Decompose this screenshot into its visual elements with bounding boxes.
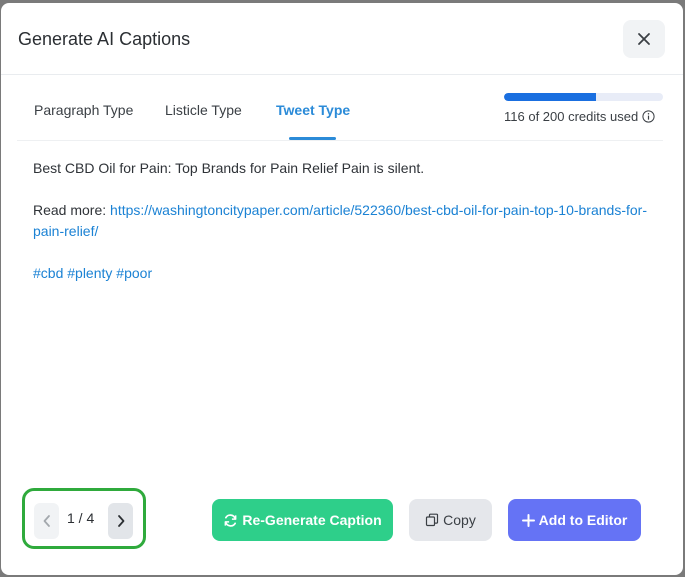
pager-count: 1 / 4: [67, 510, 95, 526]
previous-caption-button[interactable]: [34, 503, 59, 539]
hashtag[interactable]: #poor: [116, 265, 152, 281]
chevron-right-icon: [117, 515, 124, 527]
close-icon: [638, 33, 650, 45]
caption-headline: Best CBD Oil for Pain: Top Brands for Pa…: [33, 160, 425, 176]
credits-info: 116 of 200 credits used: [504, 109, 664, 124]
credits-progress-fill: [504, 93, 597, 101]
tab-paragraph-type[interactable]: Paragraph Type: [34, 102, 133, 118]
credits-usage: 116 of 200 credits used: [504, 93, 664, 124]
hashtag[interactable]: #cbd: [33, 265, 63, 281]
chevron-left-icon: [43, 515, 50, 527]
hashtag[interactable]: #plenty: [67, 265, 112, 281]
regenerate-label: Re-Generate Caption: [242, 512, 382, 528]
add-to-editor-label: Add to Editor: [538, 512, 628, 528]
generate-captions-dialog: Generate AI Captions Paragraph Type List…: [1, 3, 683, 575]
add-to-editor-button[interactable]: Add to Editor: [508, 499, 641, 541]
caption-article-link[interactable]: https://washingtoncitypaper.com/article/…: [33, 202, 647, 239]
copy-icon: [426, 513, 439, 527]
tab-tweet-type[interactable]: Tweet Type: [276, 102, 350, 118]
plus-icon: [521, 513, 535, 527]
refresh-icon: [224, 513, 237, 527]
read-more-label: Read more:: [33, 202, 111, 218]
close-button[interactable]: [623, 20, 665, 58]
credits-progress-bar: [504, 93, 663, 101]
credits-label: 116 of 200 credits used: [504, 109, 639, 124]
info-icon[interactable]: [642, 110, 655, 123]
copy-button[interactable]: Copy: [409, 499, 492, 541]
caption-read-more: Read more: https://washingtoncitypaper.c…: [33, 200, 653, 242]
regenerate-caption-button[interactable]: Re-Generate Caption: [212, 499, 393, 541]
copy-label: Copy: [443, 512, 476, 528]
dialog-title: Generate AI Captions: [18, 29, 191, 49]
tab-listicle-type[interactable]: Listicle Type: [165, 102, 242, 118]
tabs-divider: [17, 140, 663, 141]
generated-caption: Best CBD Oil for Pain: Top Brands for Pa…: [33, 158, 653, 305]
dialog-header: Generate AI Captions: [1, 3, 683, 75]
next-caption-button[interactable]: [108, 503, 133, 539]
caption-hashtags: #cbd #plenty #poor: [33, 263, 653, 284]
